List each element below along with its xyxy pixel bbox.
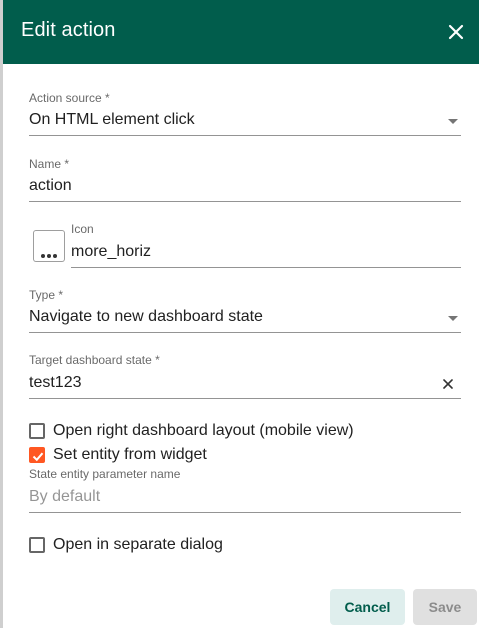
action-source-value: On HTML element click (29, 111, 195, 128)
name-value: action (29, 177, 72, 194)
target-dashboard-state-field[interactable]: Target dashboard state * test123 (29, 352, 461, 400)
icon-picker-button[interactable] (33, 230, 65, 262)
type-select[interactable]: Type * Navigate to new dashboard state (29, 287, 461, 335)
more-horiz-icon (41, 245, 59, 263)
state-entity-param-field[interactable]: State entity parameter name By default (29, 466, 461, 514)
clear-icon[interactable] (441, 377, 455, 391)
type-label: Type * (29, 288, 64, 302)
field-underline (71, 267, 461, 268)
target-dashboard-state-value: test123 (29, 374, 82, 391)
target-dashboard-state-label: Target dashboard state * (29, 353, 160, 367)
field-underline (29, 332, 461, 333)
icon-label: Icon (71, 222, 94, 236)
chevron-down-icon (448, 119, 458, 124)
chevron-down-icon (448, 316, 458, 321)
field-underline (29, 135, 461, 136)
open-right-layout-label: Open right dashboard layout (mobile view… (53, 422, 354, 439)
dialog-title: Edit action (21, 19, 116, 41)
state-entity-param-placeholder: By default (29, 488, 101, 505)
icon-field[interactable]: Icon more_horiz (71, 222, 461, 270)
separate-dialog-label: Open in separate dialog (53, 536, 223, 553)
dialog-header: Edit action (3, 0, 479, 64)
close-icon[interactable] (444, 20, 468, 44)
separate-dialog-checkbox[interactable] (29, 537, 45, 553)
action-source-label: Action source * (29, 91, 110, 105)
edit-action-dialog: Edit action Action source * On HTML elem… (0, 0, 479, 628)
separate-dialog-checkbox-row[interactable]: Open in separate dialog (29, 534, 329, 556)
check-icon (32, 452, 44, 462)
name-field[interactable]: Name * action (29, 156, 461, 204)
action-source-select[interactable]: Action source * On HTML element click (29, 90, 461, 138)
set-entity-checkbox[interactable] (29, 447, 45, 463)
field-underline (29, 398, 461, 399)
field-underline (29, 512, 461, 513)
icon-value: more_horiz (71, 243, 152, 260)
state-entity-param-label: State entity parameter name (29, 467, 181, 481)
set-entity-label: Set entity from widget (53, 446, 207, 463)
open-right-layout-checkbox[interactable] (29, 423, 45, 439)
open-right-layout-checkbox-row[interactable]: Open right dashboard layout (mobile view… (29, 420, 429, 442)
save-button[interactable]: Save (413, 589, 477, 625)
set-entity-checkbox-row[interactable]: Set entity from widget (29, 444, 429, 466)
name-label: Name * (29, 157, 70, 171)
type-value: Navigate to new dashboard state (29, 308, 263, 325)
field-underline (29, 201, 461, 202)
cancel-button[interactable]: Cancel (330, 589, 405, 625)
